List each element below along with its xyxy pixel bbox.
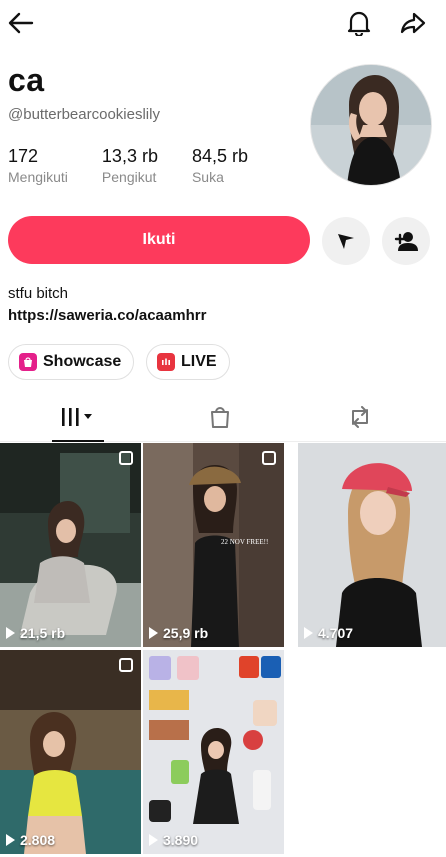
showcase-label: Showcase xyxy=(43,353,122,370)
profile-tabs xyxy=(0,392,446,442)
share-arrow-icon xyxy=(400,12,426,34)
play-icon xyxy=(6,627,15,639)
play-icon xyxy=(6,834,15,846)
live-label: LIVE xyxy=(181,353,217,370)
stat-following[interactable]: 172 Mengikuti xyxy=(8,146,68,185)
video-thumbnail[interactable]: 2.808 xyxy=(0,650,141,854)
stat-value: 13,3 rb xyxy=(101,146,158,166)
view-count-value: 25,9 rb xyxy=(163,625,209,641)
play-icon xyxy=(149,627,158,639)
top-bar xyxy=(0,0,446,46)
display-name: ca xyxy=(8,62,45,98)
profile-stats: 172 Mengikuti 13,3 rb Pengikut 84,5 rb S… xyxy=(8,146,282,185)
multi-photo-icon xyxy=(119,451,133,465)
video-thumbnail[interactable]: 4.707 xyxy=(298,443,446,647)
live-button[interactable]: LIVE xyxy=(146,344,230,380)
view-count: 21,5 rb xyxy=(6,625,65,641)
stat-value: 172 xyxy=(8,146,39,166)
video-overlay-text: 22 NOV FREE!! xyxy=(221,538,269,546)
multi-photo-icon xyxy=(119,658,133,672)
username: @butterbearcookieslily xyxy=(8,106,160,123)
bio-link[interactable]: https://saweria.co/acaamhrr xyxy=(8,307,206,324)
tab-shop[interactable] xyxy=(198,392,242,442)
video-thumbnail[interactable]: 22 NOV FREE!! 25,9 rb xyxy=(143,443,284,647)
suggested-accounts-button[interactable] xyxy=(382,217,430,265)
bio-text: stfu bitch xyxy=(8,285,69,302)
grid-videos-icon xyxy=(62,408,92,426)
share-button[interactable] xyxy=(398,8,428,38)
tab-reposts[interactable] xyxy=(338,392,382,442)
view-count-value: 4.707 xyxy=(318,625,354,641)
avatar[interactable] xyxy=(310,64,432,186)
play-icon xyxy=(304,627,313,639)
notification-button[interactable] xyxy=(344,8,374,38)
back-button[interactable] xyxy=(6,8,36,38)
send-icon xyxy=(338,234,354,249)
message-button[interactable] xyxy=(322,217,370,265)
arrow-left-icon xyxy=(8,12,34,34)
stat-likes[interactable]: 84,5 rb Suka xyxy=(192,146,248,185)
stat-label: Mengikuti xyxy=(8,169,68,185)
add-user-icon xyxy=(394,232,418,251)
view-count: 25,9 rb xyxy=(149,625,208,641)
view-count: 3.890 xyxy=(149,832,198,848)
play-icon xyxy=(149,834,158,846)
tab-videos[interactable] xyxy=(52,392,104,442)
stat-label: Suka xyxy=(191,169,224,185)
view-count-value: 3.890 xyxy=(163,832,199,848)
view-count: 4.707 xyxy=(304,625,353,641)
view-count: 2.808 xyxy=(6,832,55,848)
view-count-value: 21,5 rb xyxy=(20,625,66,641)
stat-followers[interactable]: 13,3 rb Pengikut xyxy=(102,146,158,185)
stat-value: 84,5 rb xyxy=(191,146,249,166)
view-count-value: 2.808 xyxy=(20,832,56,848)
bell-icon xyxy=(347,11,371,36)
follow-button[interactable]: Ikuti xyxy=(8,216,310,264)
stat-label: Pengikut xyxy=(101,169,157,185)
showcase-button[interactable]: Showcase xyxy=(8,344,135,380)
video-thumbnail[interactable]: 3.890 xyxy=(143,650,284,854)
live-icon xyxy=(157,353,175,371)
repost-icon xyxy=(352,406,368,428)
shopping-bag-icon xyxy=(211,407,229,428)
video-thumbnail[interactable]: 21,5 rb xyxy=(0,443,141,647)
multi-photo-icon xyxy=(262,451,276,465)
shopping-bag-icon xyxy=(19,353,37,371)
